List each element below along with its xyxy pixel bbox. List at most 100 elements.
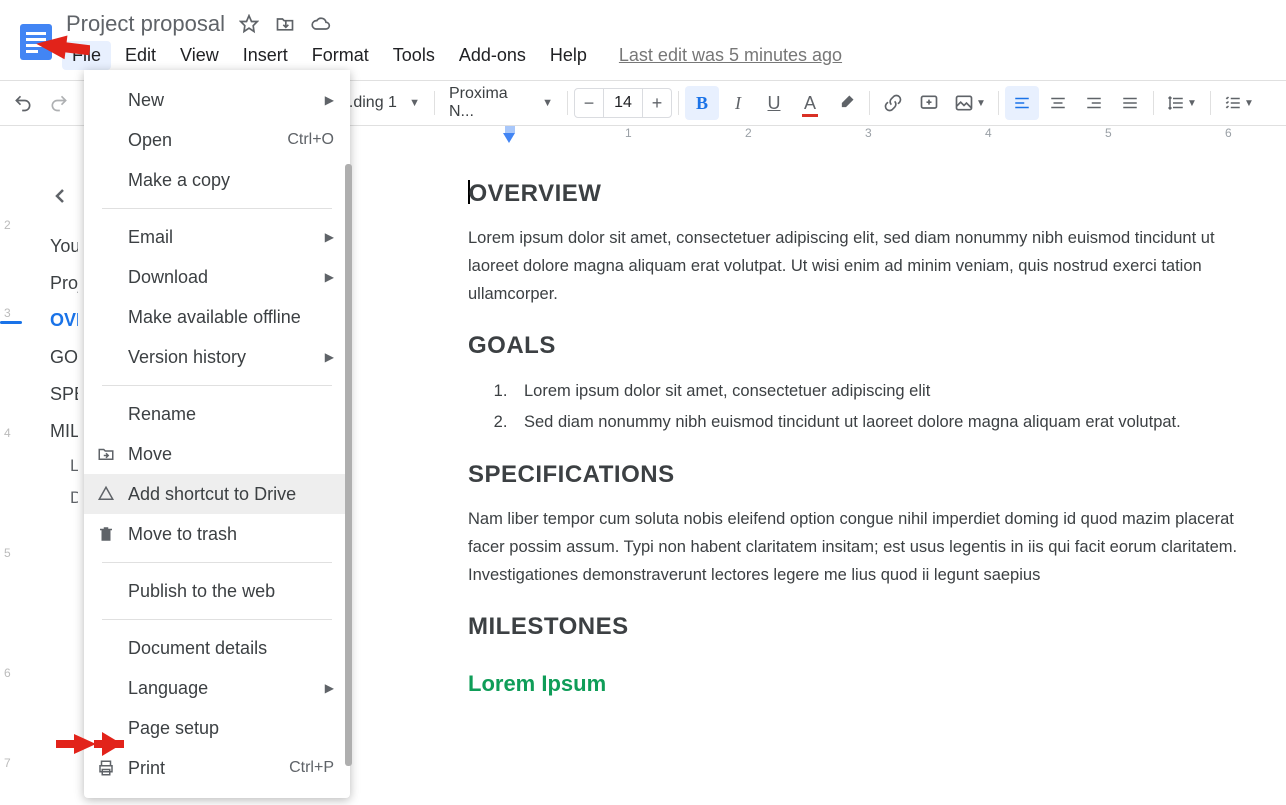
menu-item-rename[interactable]: Rename — [84, 394, 350, 434]
font-size-value[interactable]: 14 — [603, 89, 643, 117]
menu-view[interactable]: View — [170, 41, 229, 70]
outline-item[interactable]: GOA — [30, 339, 78, 376]
indent-marker-icon[interactable] — [503, 133, 515, 143]
move-folder-icon[interactable] — [273, 12, 297, 36]
horizontal-ruler[interactable]: 1 2 3 4 5 6 — [383, 126, 1286, 142]
text-color-button[interactable]: A — [793, 86, 827, 120]
menu-item-open[interactable]: OpenCtrl+O — [84, 120, 350, 160]
list-item[interactable]: Lorem ipsum dolor sit amet, consectetuer… — [512, 376, 1286, 407]
chevron-right-icon: ▶ — [325, 270, 334, 284]
print-icon — [96, 759, 116, 777]
ruler-tick: 6 — [4, 666, 11, 680]
undo-button[interactable] — [6, 86, 40, 120]
menu-item-trash[interactable]: Move to trash — [84, 514, 350, 554]
menu-help[interactable]: Help — [540, 41, 597, 70]
italic-button[interactable]: I — [721, 86, 755, 120]
menu-separator — [102, 208, 332, 209]
ruler-tick: 5 — [1105, 126, 1112, 140]
outline-item[interactable]: SPE — [30, 376, 78, 413]
menu-separator — [102, 562, 332, 563]
menu-item-email[interactable]: Email▶ — [84, 217, 350, 257]
menu-item-publish[interactable]: Publish to the web — [84, 571, 350, 611]
font-select[interactable]: Proxima N...▼ — [441, 86, 561, 120]
shortcut-label: Ctrl+O — [287, 131, 334, 149]
checklist-button[interactable]: ▼ — [1217, 86, 1261, 120]
list-item[interactable]: Sed diam nonummy nibh euismod tincidunt … — [512, 407, 1286, 438]
insert-link-button[interactable] — [876, 86, 910, 120]
vertical-ruler[interactable]: 2 3 4 5 6 7 — [0, 140, 18, 800]
outline-subitem[interactable]: D — [30, 482, 78, 514]
outline-subitem[interactable]: Lo — [30, 450, 78, 482]
menu-item-new[interactable]: New▶ — [84, 80, 350, 120]
menu-item-document-details[interactable]: Document details — [84, 628, 350, 668]
ruler-tick: 3 — [865, 126, 872, 140]
outline-item-active[interactable]: OVE — [30, 302, 78, 339]
align-left-button[interactable] — [1005, 86, 1039, 120]
separator — [1153, 91, 1154, 115]
indent-marker-icon[interactable] — [505, 126, 515, 133]
ruler-tick: 3 — [4, 306, 11, 320]
document-page[interactable]: OVERVIEW Lorem ipsum dolor sit amet, con… — [468, 154, 1286, 717]
separator — [567, 91, 568, 115]
font-label: Proxima N... — [449, 85, 534, 121]
chevron-right-icon: ▶ — [325, 230, 334, 244]
ruler-tick: 2 — [745, 126, 752, 140]
ruler-tick: 4 — [4, 426, 11, 440]
align-center-button[interactable] — [1041, 86, 1075, 120]
highlight-button[interactable] — [829, 86, 863, 120]
outline-item[interactable]: Proj — [30, 265, 78, 302]
drive-shortcut-icon — [96, 485, 116, 503]
heading-specifications[interactable]: SPECIFICATIONS — [468, 461, 1286, 489]
font-size-increase[interactable]: + — [643, 93, 671, 114]
menu-tools[interactable]: Tools — [383, 41, 445, 70]
separator — [434, 91, 435, 115]
ruler-tick: 6 — [1225, 126, 1232, 140]
menu-item-add-shortcut[interactable]: Add shortcut to Drive — [84, 474, 350, 514]
heading-overview[interactable]: OVERVIEW — [468, 180, 1286, 208]
heading-milestones[interactable]: MILESTONES — [468, 613, 1286, 641]
outline-item[interactable]: You — [30, 228, 78, 265]
align-justify-button[interactable] — [1113, 86, 1147, 120]
paragraph[interactable]: Lorem ipsum dolor sit amet, consectetuer… — [468, 224, 1238, 308]
ruler-tick: 1 — [625, 126, 632, 140]
star-icon[interactable] — [237, 12, 261, 36]
menu-insert[interactable]: Insert — [233, 41, 298, 70]
menu-item-language[interactable]: Language▶ — [84, 668, 350, 708]
font-size-control: − 14 + — [574, 88, 672, 118]
chevron-right-icon: ▶ — [325, 350, 334, 364]
menu-item-move[interactable]: Move — [84, 434, 350, 474]
align-right-button[interactable] — [1077, 86, 1111, 120]
heading-goals[interactable]: GOALS — [468, 332, 1286, 360]
outline-back-button[interactable] — [40, 176, 78, 216]
menu-item-version-history[interactable]: Version history▶ — [84, 337, 350, 377]
separator — [678, 91, 679, 115]
outline-item[interactable]: MIL — [30, 413, 78, 450]
menu-scrollbar[interactable] — [345, 164, 352, 766]
bold-button[interactable]: B — [685, 86, 719, 120]
ruler-tick: 4 — [985, 126, 992, 140]
font-size-decrease[interactable]: − — [575, 93, 603, 114]
subheading-milestone[interactable]: Lorem Ipsum — [468, 671, 1286, 697]
menu-item-offline[interactable]: Make available offline — [84, 297, 350, 337]
add-comment-button[interactable] — [912, 86, 946, 120]
folder-move-icon — [96, 445, 116, 463]
shortcut-label: Ctrl+P — [289, 759, 334, 777]
cloud-status-icon[interactable] — [309, 12, 333, 36]
separator — [998, 91, 999, 115]
line-spacing-button[interactable]: ▼ — [1160, 86, 1204, 120]
menu-edit[interactable]: Edit — [115, 41, 166, 70]
header: Project proposal File Edit View Insert F… — [0, 0, 1286, 76]
paragraph[interactable]: Nam liber tempor cum soluta nobis eleife… — [468, 505, 1238, 589]
ruler-tick: 7 — [4, 756, 11, 770]
goals-list[interactable]: Lorem ipsum dolor sit amet, consectetuer… — [512, 376, 1286, 437]
last-edit-link[interactable]: Last edit was 5 minutes ago — [619, 45, 842, 66]
menu-format[interactable]: Format — [302, 41, 379, 70]
menu-addons[interactable]: Add-ons — [449, 41, 536, 70]
redo-button[interactable] — [42, 86, 76, 120]
menu-item-make-copy[interactable]: Make a copy — [84, 160, 350, 200]
menu-separator — [102, 385, 332, 386]
insert-image-button[interactable]: ▼ — [948, 86, 992, 120]
menu-item-download[interactable]: Download▶ — [84, 257, 350, 297]
underline-button[interactable]: U — [757, 86, 791, 120]
doc-title[interactable]: Project proposal — [66, 11, 225, 37]
